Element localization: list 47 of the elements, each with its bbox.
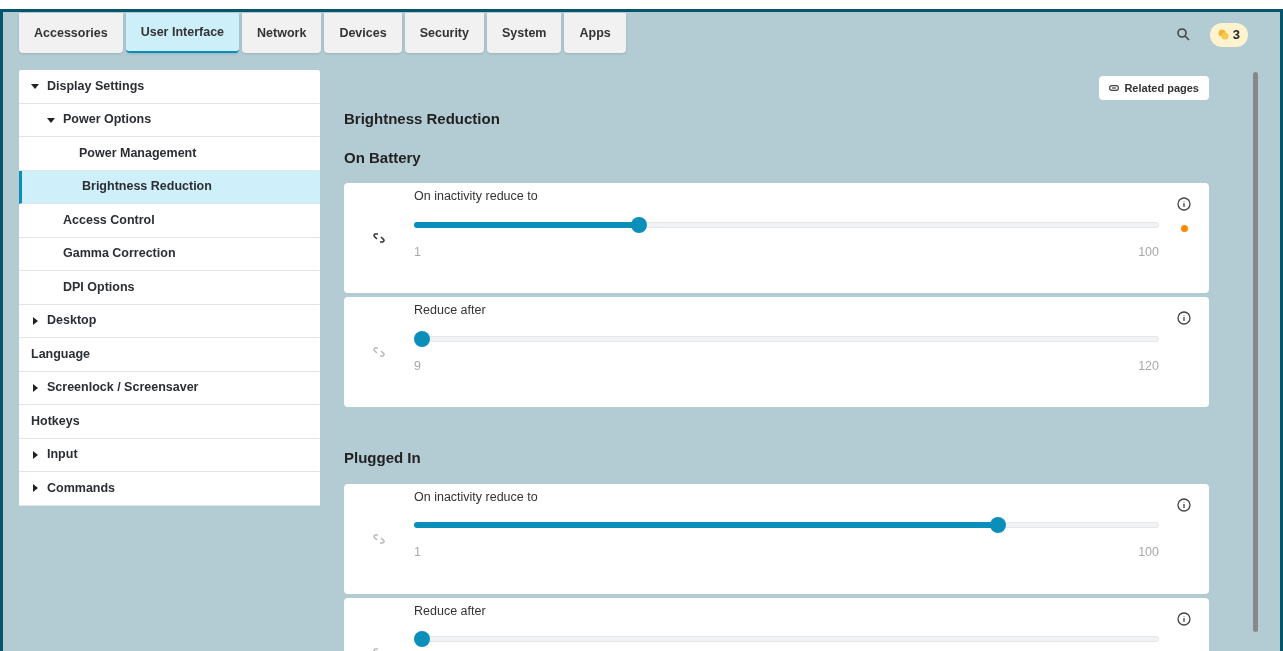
caret-right-icon — [31, 450, 39, 459]
info-icon[interactable] — [1177, 197, 1191, 211]
coins-icon — [1217, 29, 1229, 40]
slider-max-value: 100 — [1138, 243, 1159, 261]
section-title: On Battery — [344, 147, 422, 168]
page-title: Brightness Reduction — [344, 109, 501, 129]
points-badge[interactable]: 3 — [1209, 22, 1248, 47]
caret-down-icon — [31, 82, 39, 91]
tab[interactable]: Accessories — [19, 13, 123, 53]
link-icon — [1109, 85, 1120, 91]
caret-right-icon — [31, 383, 39, 392]
slider-label: On inactivity reduce to — [414, 188, 539, 205]
caret-down-icon — [47, 115, 55, 124]
caret-right-icon — [31, 316, 39, 325]
slider-min-value: 9 — [414, 357, 421, 375]
slider-max-value: 100 — [1138, 544, 1159, 562]
slider-min-value: 1 — [414, 544, 421, 562]
caret-right-icon — [31, 484, 39, 493]
slider-label: On inactivity reduce to — [414, 488, 539, 506]
search-icon[interactable] — [1176, 28, 1190, 41]
tree-item[interactable]: Display Settings — [19, 70, 320, 104]
section-title: Plugged In — [344, 448, 422, 468]
tab[interactable]: Devices — [324, 13, 402, 53]
slider-thumb[interactable] — [989, 517, 1006, 534]
slider-thumb[interactable] — [414, 631, 430, 648]
scrollbar[interactable] — [1253, 72, 1258, 632]
info-icon[interactable] — [1177, 611, 1191, 626]
slider-label: Reduce after — [414, 602, 487, 620]
slider-thumb[interactable] — [414, 330, 430, 347]
slider-thumb[interactable] — [630, 216, 647, 233]
slider[interactable] — [414, 631, 1159, 648]
info-icon[interactable] — [1177, 497, 1191, 512]
info-icon[interactable] — [1177, 311, 1191, 325]
slider[interactable] — [414, 216, 1159, 233]
tree-item[interactable]: Brightness Reduction — [19, 170, 320, 204]
slider-min-value: 1 — [414, 243, 421, 261]
related-pages-button[interactable]: Related pages — [1099, 76, 1209, 100]
slider[interactable] — [414, 330, 1159, 347]
tab[interactable]: User Interface — [125, 13, 240, 53]
slider-label: Reduce after — [414, 302, 487, 319]
slider[interactable] — [414, 517, 1159, 534]
reset-icon[interactable] — [373, 232, 385, 244]
tab[interactable]: Network — [242, 13, 322, 53]
slider-max-value: 120 — [1138, 357, 1159, 375]
tab[interactable]: Apps — [564, 13, 626, 53]
tab[interactable]: System — [487, 13, 562, 53]
tab[interactable]: Security — [404, 13, 484, 53]
